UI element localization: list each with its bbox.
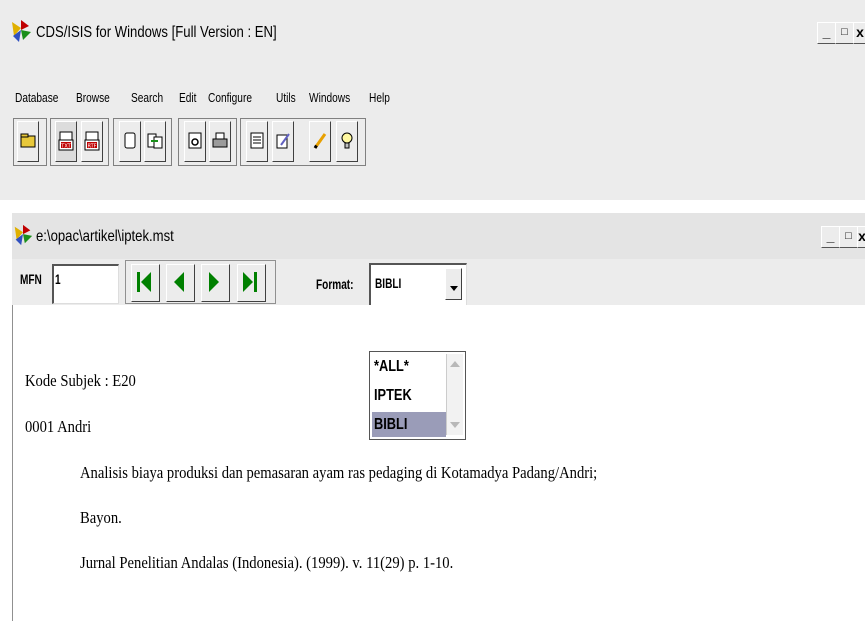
edit-record-button[interactable] xyxy=(272,121,294,162)
format-option-iptek-label: IPTEK xyxy=(374,387,412,404)
single-record-button[interactable] xyxy=(119,121,141,162)
format-option-bibli[interactable]: BIBLI xyxy=(372,412,446,437)
format-select[interactable]: BIBLI xyxy=(369,263,467,306)
mfn-value: 1 xyxy=(55,271,61,287)
last-record-icon xyxy=(243,272,257,292)
txt-label: TXT xyxy=(60,144,71,150)
child-maximize-button[interactable]: □ xyxy=(839,226,858,248)
menu-windows[interactable]: Windows xyxy=(309,90,350,105)
format-dropdown-button[interactable] xyxy=(445,268,462,300)
format-option-all-label: *ALL* xyxy=(374,358,409,375)
menu-utils[interactable]: Utils xyxy=(276,90,296,105)
next-record-icon xyxy=(209,272,219,292)
copy-records-button[interactable] xyxy=(144,121,166,162)
first-record-button[interactable] xyxy=(131,264,160,302)
child-close-button[interactable]: x xyxy=(857,226,865,248)
preview-button[interactable] xyxy=(184,121,206,162)
rtf-export-button[interactable]: RTF xyxy=(81,121,103,162)
format-option-bibli-label: BIBLI xyxy=(374,416,408,433)
menu-help[interactable]: Help xyxy=(369,90,390,105)
cds-isis-app-icon xyxy=(12,20,31,42)
chevron-down-icon xyxy=(450,286,458,291)
preview-icon xyxy=(188,132,202,149)
menu-configure[interactable]: Configure xyxy=(208,90,252,105)
format-dropdown-list: *ALL* IPTEK BIBLI xyxy=(369,351,466,440)
menu-database[interactable]: Database xyxy=(15,90,58,105)
app-title-bar: CDS/ISIS for Windows [Full Version : EN]… xyxy=(0,0,865,72)
record-subject-line: Kode Subjek : E20 xyxy=(25,371,136,390)
toolbar-divider xyxy=(0,200,865,202)
pencil-icon xyxy=(313,133,327,149)
lightbulb-button[interactable] xyxy=(336,121,358,162)
first-record-icon xyxy=(137,272,151,292)
record-author-line: 0001 Andri xyxy=(25,417,92,436)
record-title-line-1: Analisis biaya produksi dan pemasaran ay… xyxy=(80,463,598,482)
last-record-button[interactable] xyxy=(237,264,266,302)
mfn-input[interactable]: 1 xyxy=(52,264,119,304)
menu-browse[interactable]: Browse xyxy=(76,90,110,105)
txt-export-icon: TXT xyxy=(58,131,74,151)
copy-records-icon xyxy=(147,133,163,149)
rtf-label: RTF xyxy=(87,144,96,150)
open-database-button[interactable] xyxy=(17,121,39,162)
menu-bar: Database Browse Search Edit Configure Ut… xyxy=(0,72,865,118)
form-icon xyxy=(250,132,264,149)
format-option-iptek[interactable]: IPTEK xyxy=(372,383,446,408)
next-record-button[interactable] xyxy=(201,264,230,302)
lightbulb-icon xyxy=(341,132,353,149)
print-button[interactable] xyxy=(209,121,231,162)
single-record-icon xyxy=(124,132,136,149)
child-window-title: e:\opac\artikel\iptek.mst xyxy=(36,228,174,245)
child-window-icon xyxy=(14,224,33,246)
app-close-button[interactable]: x xyxy=(853,22,865,44)
child-minimize-button[interactable]: _ xyxy=(821,226,840,248)
scroll-up-icon[interactable] xyxy=(450,361,460,367)
format-label: Format: xyxy=(316,276,354,292)
rtf-export-icon: RTF xyxy=(84,131,100,151)
menu-edit[interactable]: Edit xyxy=(179,90,196,105)
dropdown-scrollbar[interactable] xyxy=(446,354,463,435)
app-maximize-button[interactable]: □ xyxy=(835,22,854,44)
previous-record-button[interactable] xyxy=(166,264,195,302)
format-option-all[interactable]: *ALL* xyxy=(372,354,446,379)
edit-record-icon xyxy=(276,133,290,149)
pencil-button[interactable] xyxy=(309,121,331,162)
scroll-down-icon[interactable] xyxy=(450,422,460,428)
print-icon xyxy=(212,132,228,148)
open-database-icon xyxy=(20,133,36,148)
app-title: CDS/ISIS for Windows [Full Version : EN] xyxy=(36,24,277,41)
format-value: BIBLI xyxy=(375,275,402,291)
menu-search[interactable]: Search xyxy=(131,90,163,105)
record-title-line-2: Bayon. xyxy=(80,508,122,527)
child-title-bar: e:\opac\artikel\iptek.mst _ □ x xyxy=(12,213,865,259)
mfn-label: MFN xyxy=(20,271,42,287)
app-minimize-button[interactable]: _ xyxy=(817,22,836,44)
previous-record-icon xyxy=(174,272,184,292)
txt-export-button[interactable]: TXT xyxy=(55,121,77,162)
record-source-line: Jurnal Penelitian Andalas (Indonesia). (… xyxy=(80,553,454,572)
form-button[interactable] xyxy=(246,121,268,162)
